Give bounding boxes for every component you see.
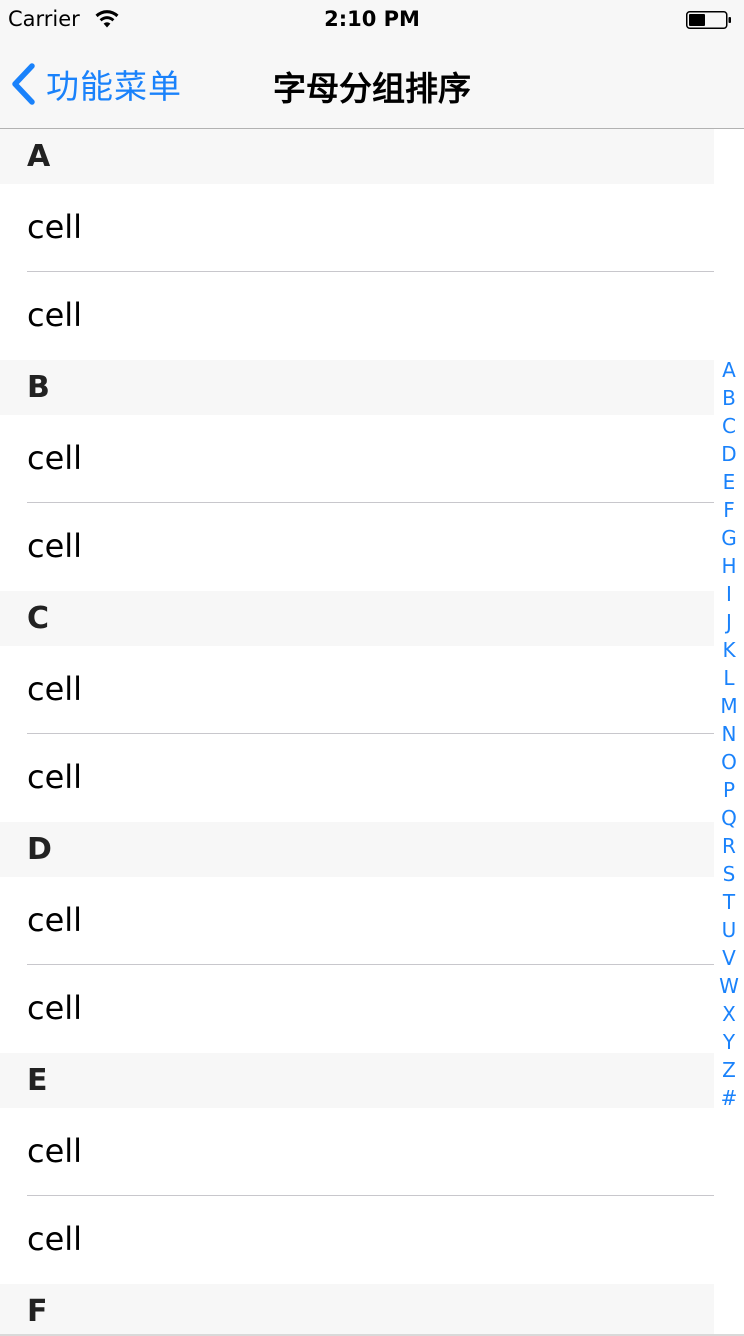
index-item[interactable]: E (714, 468, 744, 496)
table-row[interactable]: cell (0, 503, 714, 591)
index-item[interactable]: A (714, 356, 744, 384)
table-row[interactable]: cell (0, 415, 714, 503)
table-row-label: cell (27, 901, 83, 939)
index-item[interactable]: B (714, 384, 744, 412)
section-header-label: F (27, 1294, 48, 1329)
section-header-a: A (0, 129, 714, 184)
index-item[interactable]: # (714, 1084, 744, 1112)
index-item[interactable]: P (714, 776, 744, 804)
table-row-label: cell (27, 1220, 83, 1258)
table-row-label: cell (27, 296, 83, 334)
index-item[interactable]: G (714, 524, 744, 552)
table-row-label: cell (27, 439, 83, 477)
index-item[interactable]: F (714, 496, 744, 524)
table-row-label: cell (27, 758, 83, 796)
index-item[interactable]: V (714, 944, 744, 972)
table-row-label: cell (27, 527, 83, 565)
table-row[interactable]: cell (0, 1108, 714, 1196)
section-header-c: C (0, 591, 714, 646)
index-item[interactable]: J (714, 608, 744, 636)
table-row-label: cell (27, 989, 83, 1027)
table-row[interactable]: cell (0, 184, 714, 272)
section-header-e: E (0, 1053, 714, 1108)
table-row[interactable]: cell (0, 272, 714, 360)
index-item[interactable]: C (714, 412, 744, 440)
page-title: 字母分组排序 (273, 69, 471, 108)
table-row[interactable]: cell (0, 965, 714, 1053)
index-item[interactable]: Z (714, 1056, 744, 1084)
section-header-b: B (0, 360, 714, 415)
table-row[interactable]: cell (0, 734, 714, 822)
index-item[interactable]: O (714, 748, 744, 776)
index-item[interactable]: W (714, 972, 744, 1000)
table-row-label: cell (27, 1132, 83, 1170)
status-time: 2:10 PM (324, 7, 420, 31)
section-header-label: E (27, 1063, 48, 1098)
index-item[interactable]: D (714, 440, 744, 468)
table-row[interactable]: cell (0, 877, 714, 965)
grouped-table[interactable]: Acell cell Bcell cell Ccell cell Dcell cell Ecel… (0, 129, 714, 1336)
table-row-label: cell (27, 670, 83, 708)
section-header-label: B (27, 370, 50, 405)
section-header-label: D (27, 832, 52, 867)
index-item[interactable]: I (714, 580, 744, 608)
index-item[interactable]: K (714, 636, 744, 664)
section-header-d: D (0, 822, 714, 877)
index-item[interactable]: T (714, 888, 744, 916)
index-item[interactable]: X (714, 1000, 744, 1028)
index-item[interactable]: R (714, 832, 744, 860)
index-item[interactable]: Y (714, 1028, 744, 1056)
index-item[interactable]: L (714, 664, 744, 692)
index-item[interactable]: S (714, 860, 744, 888)
section-index-bar[interactable]: A B C D E F G H I J K L M N O P Q R S T U V W X Y Z # (714, 356, 744, 1112)
section-header-label: C (27, 601, 50, 636)
table-row[interactable]: cell (0, 646, 714, 734)
status-bar: Carrier 2:10 PM (0, 0, 744, 40)
table-row[interactable]: cell (0, 1196, 714, 1284)
index-item[interactable]: H (714, 552, 744, 580)
navigation-bar: 功能菜单 字母分组排序 (0, 40, 744, 129)
index-item[interactable]: Q (714, 804, 744, 832)
battery-icon (686, 11, 731, 29)
index-item[interactable]: M (714, 692, 744, 720)
table-row-label: cell (27, 208, 83, 246)
index-item[interactable]: U (714, 916, 744, 944)
section-header-f: F (0, 1284, 714, 1336)
screen: Carrier 2:10 PM 功能菜单 字母分组排序 Acell cell Bce… (0, 0, 744, 1336)
section-header-label: A (27, 139, 51, 174)
index-item[interactable]: N (714, 720, 744, 748)
